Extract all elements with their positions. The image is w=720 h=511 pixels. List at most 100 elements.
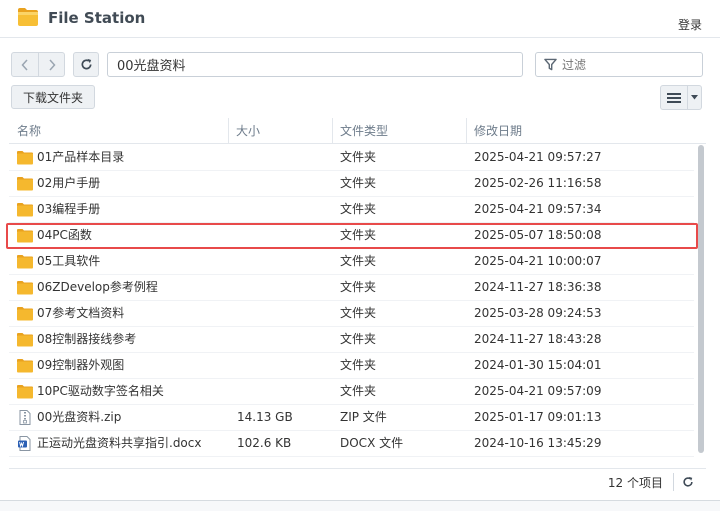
file-modified: 2025-02-26 11:16:58 bbox=[474, 176, 602, 190]
file-type: 文件夹 bbox=[340, 176, 377, 190]
file-name: 10PC驱动数字签名相关 bbox=[37, 384, 164, 398]
file-name: 04PC函数 bbox=[37, 228, 92, 242]
forward-button[interactable] bbox=[38, 53, 64, 76]
grid-header: 名称 大小 文件类型 修改日期 bbox=[9, 118, 706, 144]
file-name: 正运动光盘资料共享指引.docx bbox=[37, 436, 202, 450]
file-name: 02用户手册 bbox=[37, 176, 101, 190]
file-type: 文件夹 bbox=[340, 332, 377, 346]
file-type: 文件夹 bbox=[340, 306, 377, 320]
file-type: 文件夹 bbox=[340, 150, 377, 164]
footer-refresh-button[interactable] bbox=[680, 474, 696, 490]
file-row[interactable]: 08控制器接线参考 文件夹 2024-11-27 18:43:28 bbox=[9, 327, 694, 353]
column-header-modified[interactable]: 修改日期 bbox=[466, 118, 706, 144]
folder-icon bbox=[17, 385, 33, 399]
file-type: 文件夹 bbox=[340, 358, 377, 372]
list-view-button[interactable] bbox=[661, 86, 687, 109]
status-footer: 12 个项目 bbox=[9, 468, 706, 494]
refresh-icon bbox=[81, 58, 92, 70]
refresh-button[interactable] bbox=[73, 52, 99, 77]
file-modified: 2025-05-07 18:50:08 bbox=[474, 228, 602, 242]
file-row-selected[interactable]: 04PC函数 文件夹 2025-05-07 18:50:08 bbox=[9, 223, 694, 249]
file-modified: 2025-01-17 09:01:13 bbox=[474, 410, 602, 424]
file-type: 文件夹 bbox=[340, 384, 377, 398]
file-row[interactable]: 01产品样本目录 文件夹 2025-04-21 09:57:27 bbox=[9, 145, 694, 171]
view-options-dropdown[interactable] bbox=[687, 86, 701, 109]
folder-icon bbox=[17, 359, 33, 373]
file-size: 14.13 GB bbox=[237, 410, 293, 424]
chevron-right-icon bbox=[48, 58, 56, 71]
window-bottom-edge bbox=[0, 500, 720, 511]
download-folder-button[interactable]: 下载文件夹 bbox=[11, 85, 95, 109]
file-name: 06ZDevelop参考例程 bbox=[37, 280, 158, 294]
column-header-name[interactable]: 名称 bbox=[9, 118, 228, 144]
file-modified: 2025-03-28 09:24:53 bbox=[474, 306, 602, 320]
file-modified: 2025-04-21 09:57:34 bbox=[474, 202, 602, 216]
file-row[interactable]: 09控制器外观图 文件夹 2024-01-30 15:04:01 bbox=[9, 353, 694, 379]
file-type: 文件夹 bbox=[340, 254, 377, 268]
view-mode-button[interactable] bbox=[660, 85, 702, 110]
caret-down-icon bbox=[691, 95, 699, 100]
file-name: 05工具软件 bbox=[37, 254, 101, 268]
file-row[interactable]: 03编程手册 文件夹 2025-04-21 09:57:34 bbox=[9, 197, 694, 223]
file-modified: 2025-04-21 09:57:27 bbox=[474, 150, 602, 164]
file-row[interactable]: 10PC驱动数字签名相关 文件夹 2025-04-21 09:57:09 bbox=[9, 379, 694, 405]
folder-icon bbox=[17, 333, 33, 347]
file-station-folder-icon bbox=[18, 8, 38, 26]
file-modified: 2025-04-21 09:57:09 bbox=[474, 384, 602, 398]
file-type: ZIP 文件 bbox=[340, 410, 387, 424]
column-header-size[interactable]: 大小 bbox=[228, 118, 332, 144]
zip-file-icon bbox=[19, 410, 31, 425]
app-header: File Station 登录 bbox=[0, 0, 720, 38]
refresh-icon bbox=[683, 476, 693, 487]
file-size: 102.6 KB bbox=[237, 436, 292, 450]
folder-icon bbox=[17, 177, 33, 191]
navigation-toolbar bbox=[0, 52, 720, 78]
list-view-icon bbox=[667, 92, 682, 103]
file-name: 08控制器接线参考 bbox=[37, 332, 137, 346]
file-type: 文件夹 bbox=[340, 280, 377, 294]
file-grid: 名称 大小 文件类型 修改日期 01产品样本目录 文件夹 2025-04-21 … bbox=[9, 118, 706, 468]
folder-icon bbox=[17, 229, 33, 243]
file-row[interactable]: 正运动光盘资料共享指引.docx 102.6 KB DOCX 文件 2024-1… bbox=[9, 431, 694, 457]
word-file-icon bbox=[18, 436, 31, 451]
vertical-scrollbar[interactable] bbox=[697, 145, 705, 455]
file-name: 01产品样本目录 bbox=[37, 150, 125, 164]
file-list: 01产品样本目录 文件夹 2025-04-21 09:57:27 02用户手册 … bbox=[9, 145, 706, 457]
file-type: 文件夹 bbox=[340, 202, 377, 216]
file-row[interactable]: 05工具软件 文件夹 2025-04-21 10:00:07 bbox=[9, 249, 694, 275]
filter-icon bbox=[544, 58, 557, 71]
file-row[interactable]: 07参考文档资料 文件夹 2025-03-28 09:24:53 bbox=[9, 301, 694, 327]
file-modified: 2024-01-30 15:04:01 bbox=[474, 358, 602, 372]
folder-icon bbox=[17, 151, 33, 165]
app-title: File Station bbox=[48, 9, 146, 27]
path-input[interactable] bbox=[107, 52, 523, 77]
chevron-left-icon bbox=[21, 58, 28, 71]
action-toolbar: 下载文件夹 bbox=[0, 85, 720, 111]
file-name: 03编程手册 bbox=[37, 202, 101, 216]
file-modified: 2025-04-21 10:00:07 bbox=[474, 254, 602, 268]
file-row[interactable]: 00光盘资料.zip 14.13 GB ZIP 文件 2025-01-17 09… bbox=[9, 405, 694, 431]
file-row[interactable]: 06ZDevelop参考例程 文件夹 2024-11-27 18:36:38 bbox=[9, 275, 694, 301]
history-nav-group bbox=[11, 52, 65, 77]
file-modified: 2024-11-27 18:43:28 bbox=[474, 332, 602, 346]
filter-input[interactable] bbox=[562, 54, 698, 75]
column-header-type[interactable]: 文件类型 bbox=[332, 118, 466, 144]
back-button[interactable] bbox=[12, 53, 38, 76]
item-count: 12 个项目 bbox=[607, 476, 663, 490]
folder-icon bbox=[17, 281, 33, 295]
file-name: 07参考文档资料 bbox=[37, 306, 125, 320]
file-name: 00光盘资料.zip bbox=[37, 410, 122, 424]
folder-icon bbox=[17, 203, 33, 217]
file-type: 文件夹 bbox=[340, 228, 377, 242]
login-link[interactable]: 登录 bbox=[678, 16, 702, 33]
scrollbar-thumb[interactable] bbox=[698, 145, 704, 453]
file-row[interactable]: 02用户手册 文件夹 2025-02-26 11:16:58 bbox=[9, 171, 694, 197]
footer-divider bbox=[673, 473, 674, 491]
file-modified: 2024-11-27 18:36:38 bbox=[474, 280, 602, 294]
folder-icon bbox=[17, 255, 33, 269]
folder-icon bbox=[17, 307, 33, 321]
file-type: DOCX 文件 bbox=[340, 436, 404, 450]
file-modified: 2024-10-16 13:45:29 bbox=[474, 436, 602, 450]
filter-box[interactable] bbox=[535, 52, 703, 77]
file-name: 09控制器外观图 bbox=[37, 358, 125, 372]
